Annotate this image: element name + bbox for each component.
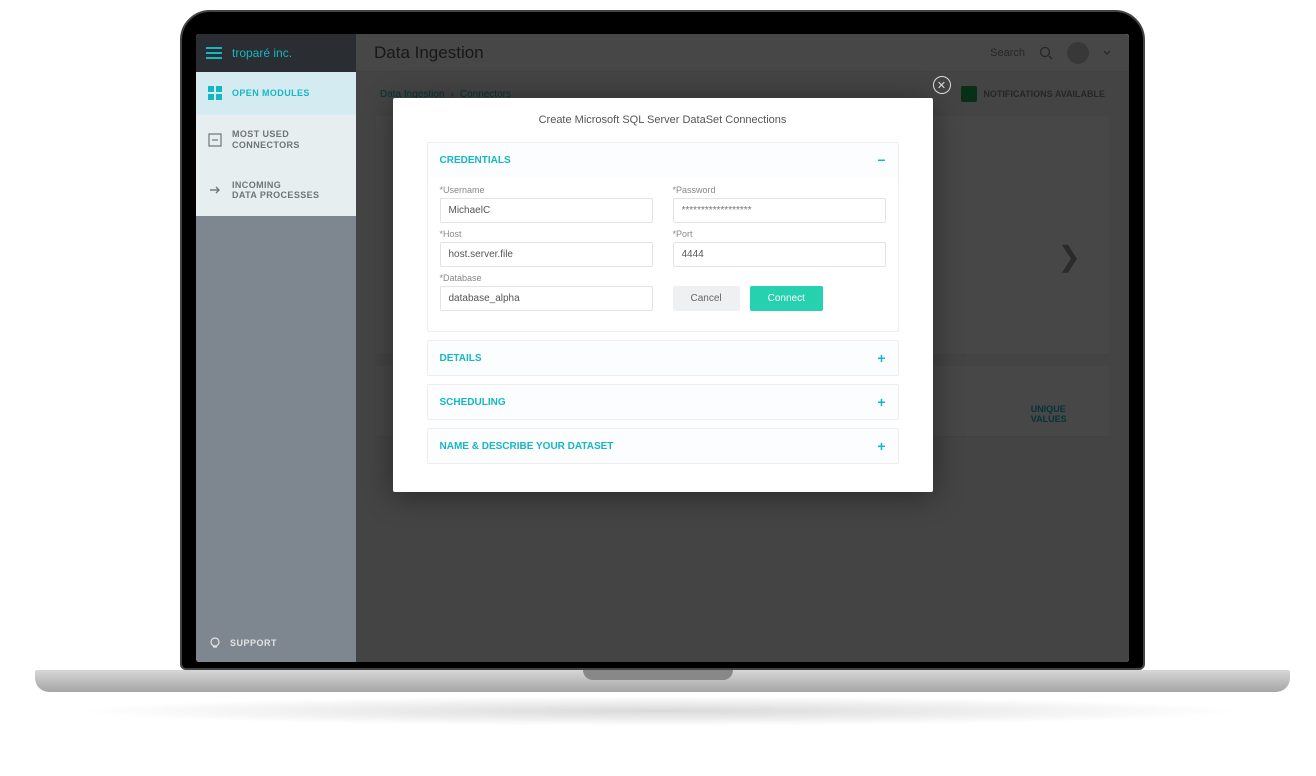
laptop-frame: troparé inc. OPEN MODULES MOST USED CONN… <box>180 10 1145 670</box>
sidebar-item-label: OPEN MODULES <box>232 88 310 99</box>
label-username: *Username <box>440 185 653 195</box>
connect-button[interactable]: Connect <box>750 286 823 311</box>
section-credentials: CREDENTIALS − *Username *Password <box>427 142 899 332</box>
sidebar-item-open-modules[interactable]: OPEN MODULES <box>196 72 356 115</box>
bulb-icon <box>208 636 222 650</box>
sidebar-item-label: INCOMING DATA PROCESSES <box>232 180 319 202</box>
connector-icon <box>208 133 222 147</box>
menu-icon[interactable] <box>206 47 222 59</box>
input-database[interactable] <box>440 286 653 311</box>
label-password: *Password <box>673 185 886 195</box>
details-header[interactable]: DETAILS + <box>428 341 898 375</box>
scheduling-header[interactable]: SCHEDULING + <box>428 385 898 419</box>
label-port: *Port <box>673 229 886 239</box>
sidebar-item-most-used[interactable]: MOST USED CONNECTORS <box>196 115 356 166</box>
sidebar-support[interactable]: SUPPORT <box>196 624 356 662</box>
support-label: SUPPORT <box>230 638 277 648</box>
cancel-button[interactable]: Cancel <box>673 286 740 311</box>
arrow-right-icon <box>208 183 222 197</box>
plus-icon: + <box>877 350 885 366</box>
credentials-header[interactable]: CREDENTIALS − <box>428 143 898 177</box>
create-connection-modal: ✕ Create Microsoft SQL Server DataSet Co… <box>393 98 933 492</box>
section-details: DETAILS + <box>427 340 899 376</box>
label-database: *Database <box>440 273 653 283</box>
input-port[interactable] <box>673 242 886 267</box>
section-name-describe: NAME & DESCRIBE YOUR DATASET + <box>427 428 899 464</box>
input-password[interactable] <box>673 198 886 223</box>
label-host: *Host <box>440 229 653 239</box>
close-icon[interactable]: ✕ <box>933 76 951 94</box>
laptop-notch <box>583 670 733 680</box>
screen: troparé inc. OPEN MODULES MOST USED CONN… <box>196 34 1129 662</box>
modal-title: Create Microsoft SQL Server DataSet Conn… <box>393 98 933 142</box>
brand-bar: troparé inc. <box>196 34 356 72</box>
input-username[interactable] <box>440 198 653 223</box>
input-host[interactable] <box>440 242 653 267</box>
section-scheduling: SCHEDULING + <box>427 384 899 420</box>
minus-icon: − <box>877 152 885 168</box>
name-describe-header[interactable]: NAME & DESCRIBE YOUR DATASET + <box>428 429 898 463</box>
sidebar: troparé inc. OPEN MODULES MOST USED CONN… <box>196 34 356 662</box>
sidebar-item-incoming[interactable]: INCOMING DATA PROCESSES <box>196 166 356 217</box>
plus-icon: + <box>877 438 885 454</box>
grid-icon <box>208 86 222 100</box>
brand-name: troparé inc. <box>232 46 292 60</box>
plus-icon: + <box>877 394 885 410</box>
sidebar-item-label: MOST USED CONNECTORS <box>232 129 300 151</box>
